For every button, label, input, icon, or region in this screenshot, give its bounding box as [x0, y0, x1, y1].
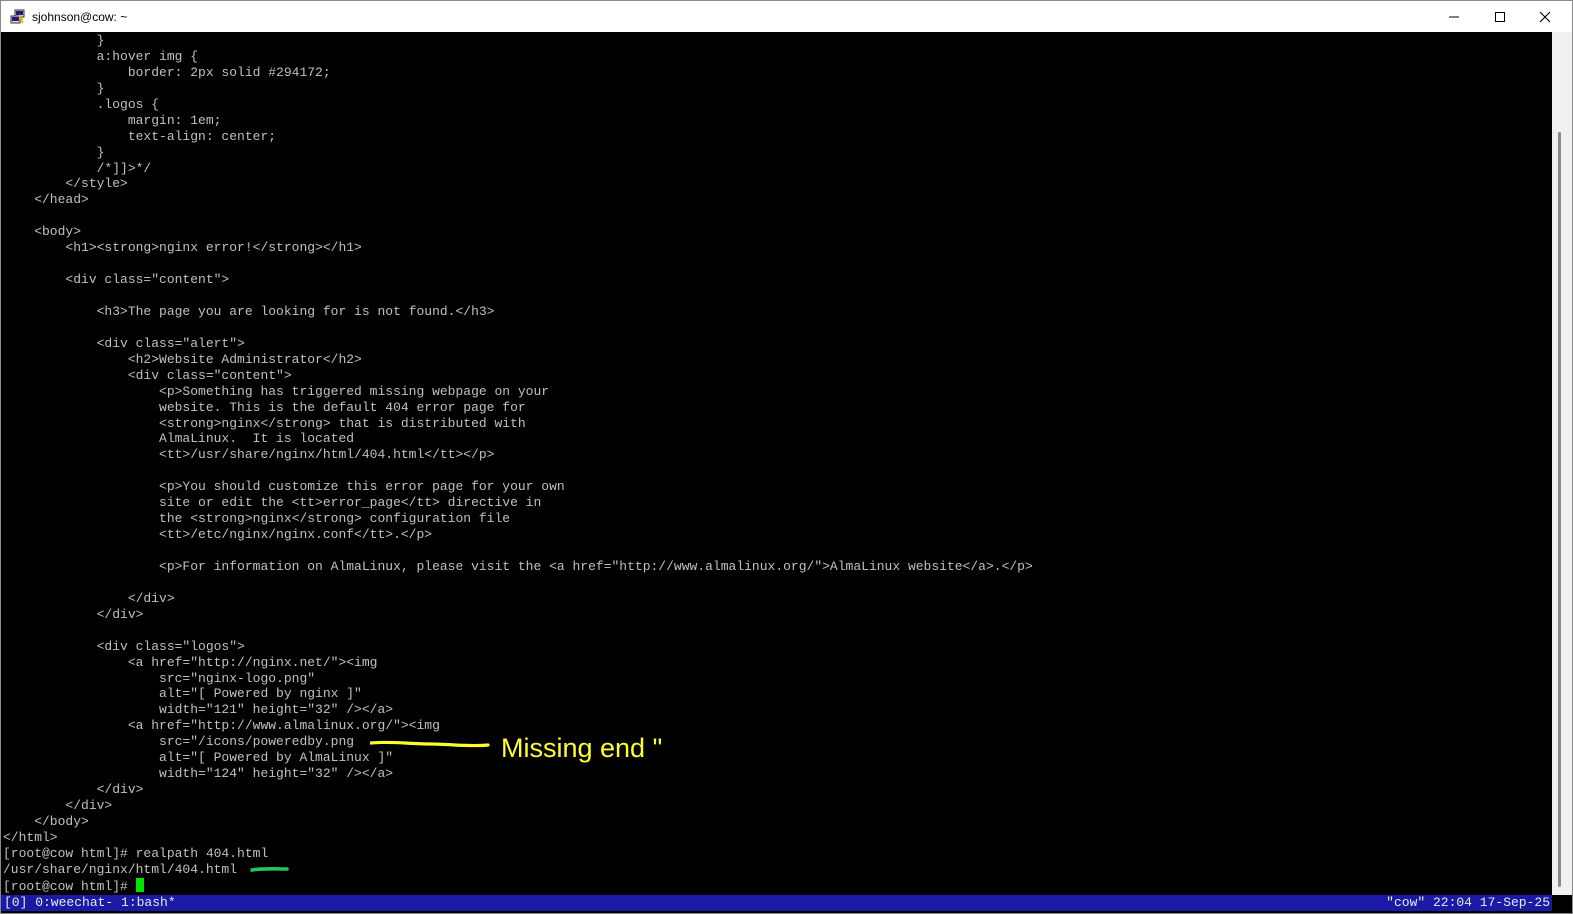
window-title: sjohnson@cow: ~	[32, 10, 128, 24]
close-button[interactable]	[1522, 1, 1568, 32]
minimize-button[interactable]	[1431, 1, 1477, 32]
terminal-line: <p>For information on AlmaLinux, please …	[3, 558, 1033, 574]
shell-prompt: [root@cow html]#	[3, 878, 136, 894]
tmux-status-right: "cow" 22:04 17-Sep-25	[1386, 895, 1550, 910]
terminal-line: margin: 1em;	[3, 112, 222, 128]
terminal-line: width="121" height="32" /></a>	[3, 702, 394, 718]
terminal-line: </html>	[3, 829, 58, 845]
terminal-line: <div class="content">	[3, 367, 292, 383]
terminal-line: width="124" height="32" /></a>	[3, 766, 394, 782]
scrollbar-thumb[interactable]	[1558, 132, 1561, 887]
terminal-line: </div>	[3, 798, 113, 813]
terminal-line: text-align: center;	[3, 128, 277, 144]
terminal-line: }	[3, 80, 105, 96]
terminal-line: <h2>Website Administrator</h2>	[3, 351, 362, 367]
terminal-cursor	[135, 877, 144, 892]
terminal-line: </body>	[3, 813, 89, 829]
terminal-line: the <strong>nginx</strong> configuration…	[3, 511, 511, 527]
maximize-icon	[1495, 12, 1505, 22]
tmux-status-bar: [0] 0:weechat- 1:bash* "cow" 22:04 17-Se…	[1, 895, 1552, 911]
yellow-underline-mark	[370, 740, 490, 748]
terminal-line: /usr/share/nginx/html/404.html	[3, 861, 238, 877]
terminal-line: <strong>nginx</strong> that is distribut…	[3, 415, 526, 431]
terminal-line: <div class="alert">	[3, 335, 245, 351]
maximize-button[interactable]	[1477, 1, 1523, 32]
minimize-icon	[1449, 16, 1459, 18]
terminal-line: alt="[ Powered by nginx ]"	[3, 686, 362, 702]
terminal-line: site or edit the <tt>error_page</tt> dir…	[3, 495, 542, 511]
terminal-line: </div>	[3, 590, 175, 606]
terminal-line: }	[3, 33, 105, 48]
terminal-line: <h1><strong>nginx error!</strong></h1>	[3, 240, 362, 256]
terminal-line: <body>	[3, 224, 82, 240]
terminal-line: a:hover img {	[3, 48, 199, 64]
terminal-line: [root@cow html]# realpath 404.html	[3, 845, 269, 861]
terminal-line: <tt>/usr/share/nginx/html/404.html</tt><…	[3, 447, 495, 463]
terminal-line: <p>You should customize this error page …	[3, 479, 565, 495]
terminal-line: website. This is the default 404 error p…	[3, 399, 526, 415]
title-bar[interactable]: sjohnson@cow: ~	[1, 1, 1572, 32]
terminal-line: </head>	[3, 192, 89, 208]
terminal-line: <div class="content">	[3, 272, 230, 288]
shell-prompt-line[interactable]: [root@cow html]#	[3, 877, 1033, 894]
terminal-line: .logos {	[3, 96, 160, 112]
terminal-line: /*]]>*/	[3, 160, 152, 176]
terminal-window: sjohnson@cow: ~ } a:hover img {border: …	[0, 0, 1573, 914]
close-icon	[1539, 11, 1551, 23]
terminal-line: border: 2px solid #294172;	[3, 64, 331, 80]
terminal-output[interactable]: } a:hover img { border: 2px solid #29417…	[1, 32, 1552, 895]
terminal-line: </div>	[3, 782, 144, 798]
annotation-label: Missing end "	[501, 733, 663, 763]
terminal-line: </style>	[3, 176, 128, 192]
tmux-window-list: [0] 0:weechat- 1:bash*	[4, 895, 176, 910]
terminal-line: <div class="logos">	[3, 638, 245, 654]
vertical-scrollbar[interactable]	[1552, 32, 1572, 895]
terminal-line: </div>	[3, 606, 144, 622]
putty-terminal-icon[interactable]	[10, 9, 26, 25]
terminal-line: <a href="http://nginx.net/"><img	[3, 654, 378, 670]
green-underline-mark	[250, 866, 289, 872]
terminal-line: }	[3, 144, 105, 160]
terminal-line: AlmaLinux. It is located	[3, 431, 355, 447]
terminal-line: <h3>The page you are looking for is not …	[3, 303, 495, 319]
terminal-line: <tt>/etc/nginx/nginx.conf</tt>.</p>	[3, 527, 433, 543]
terminal-line: src="nginx-logo.png"	[3, 670, 316, 686]
terminal-line: <p>Something has triggered missing webpa…	[3, 383, 550, 399]
